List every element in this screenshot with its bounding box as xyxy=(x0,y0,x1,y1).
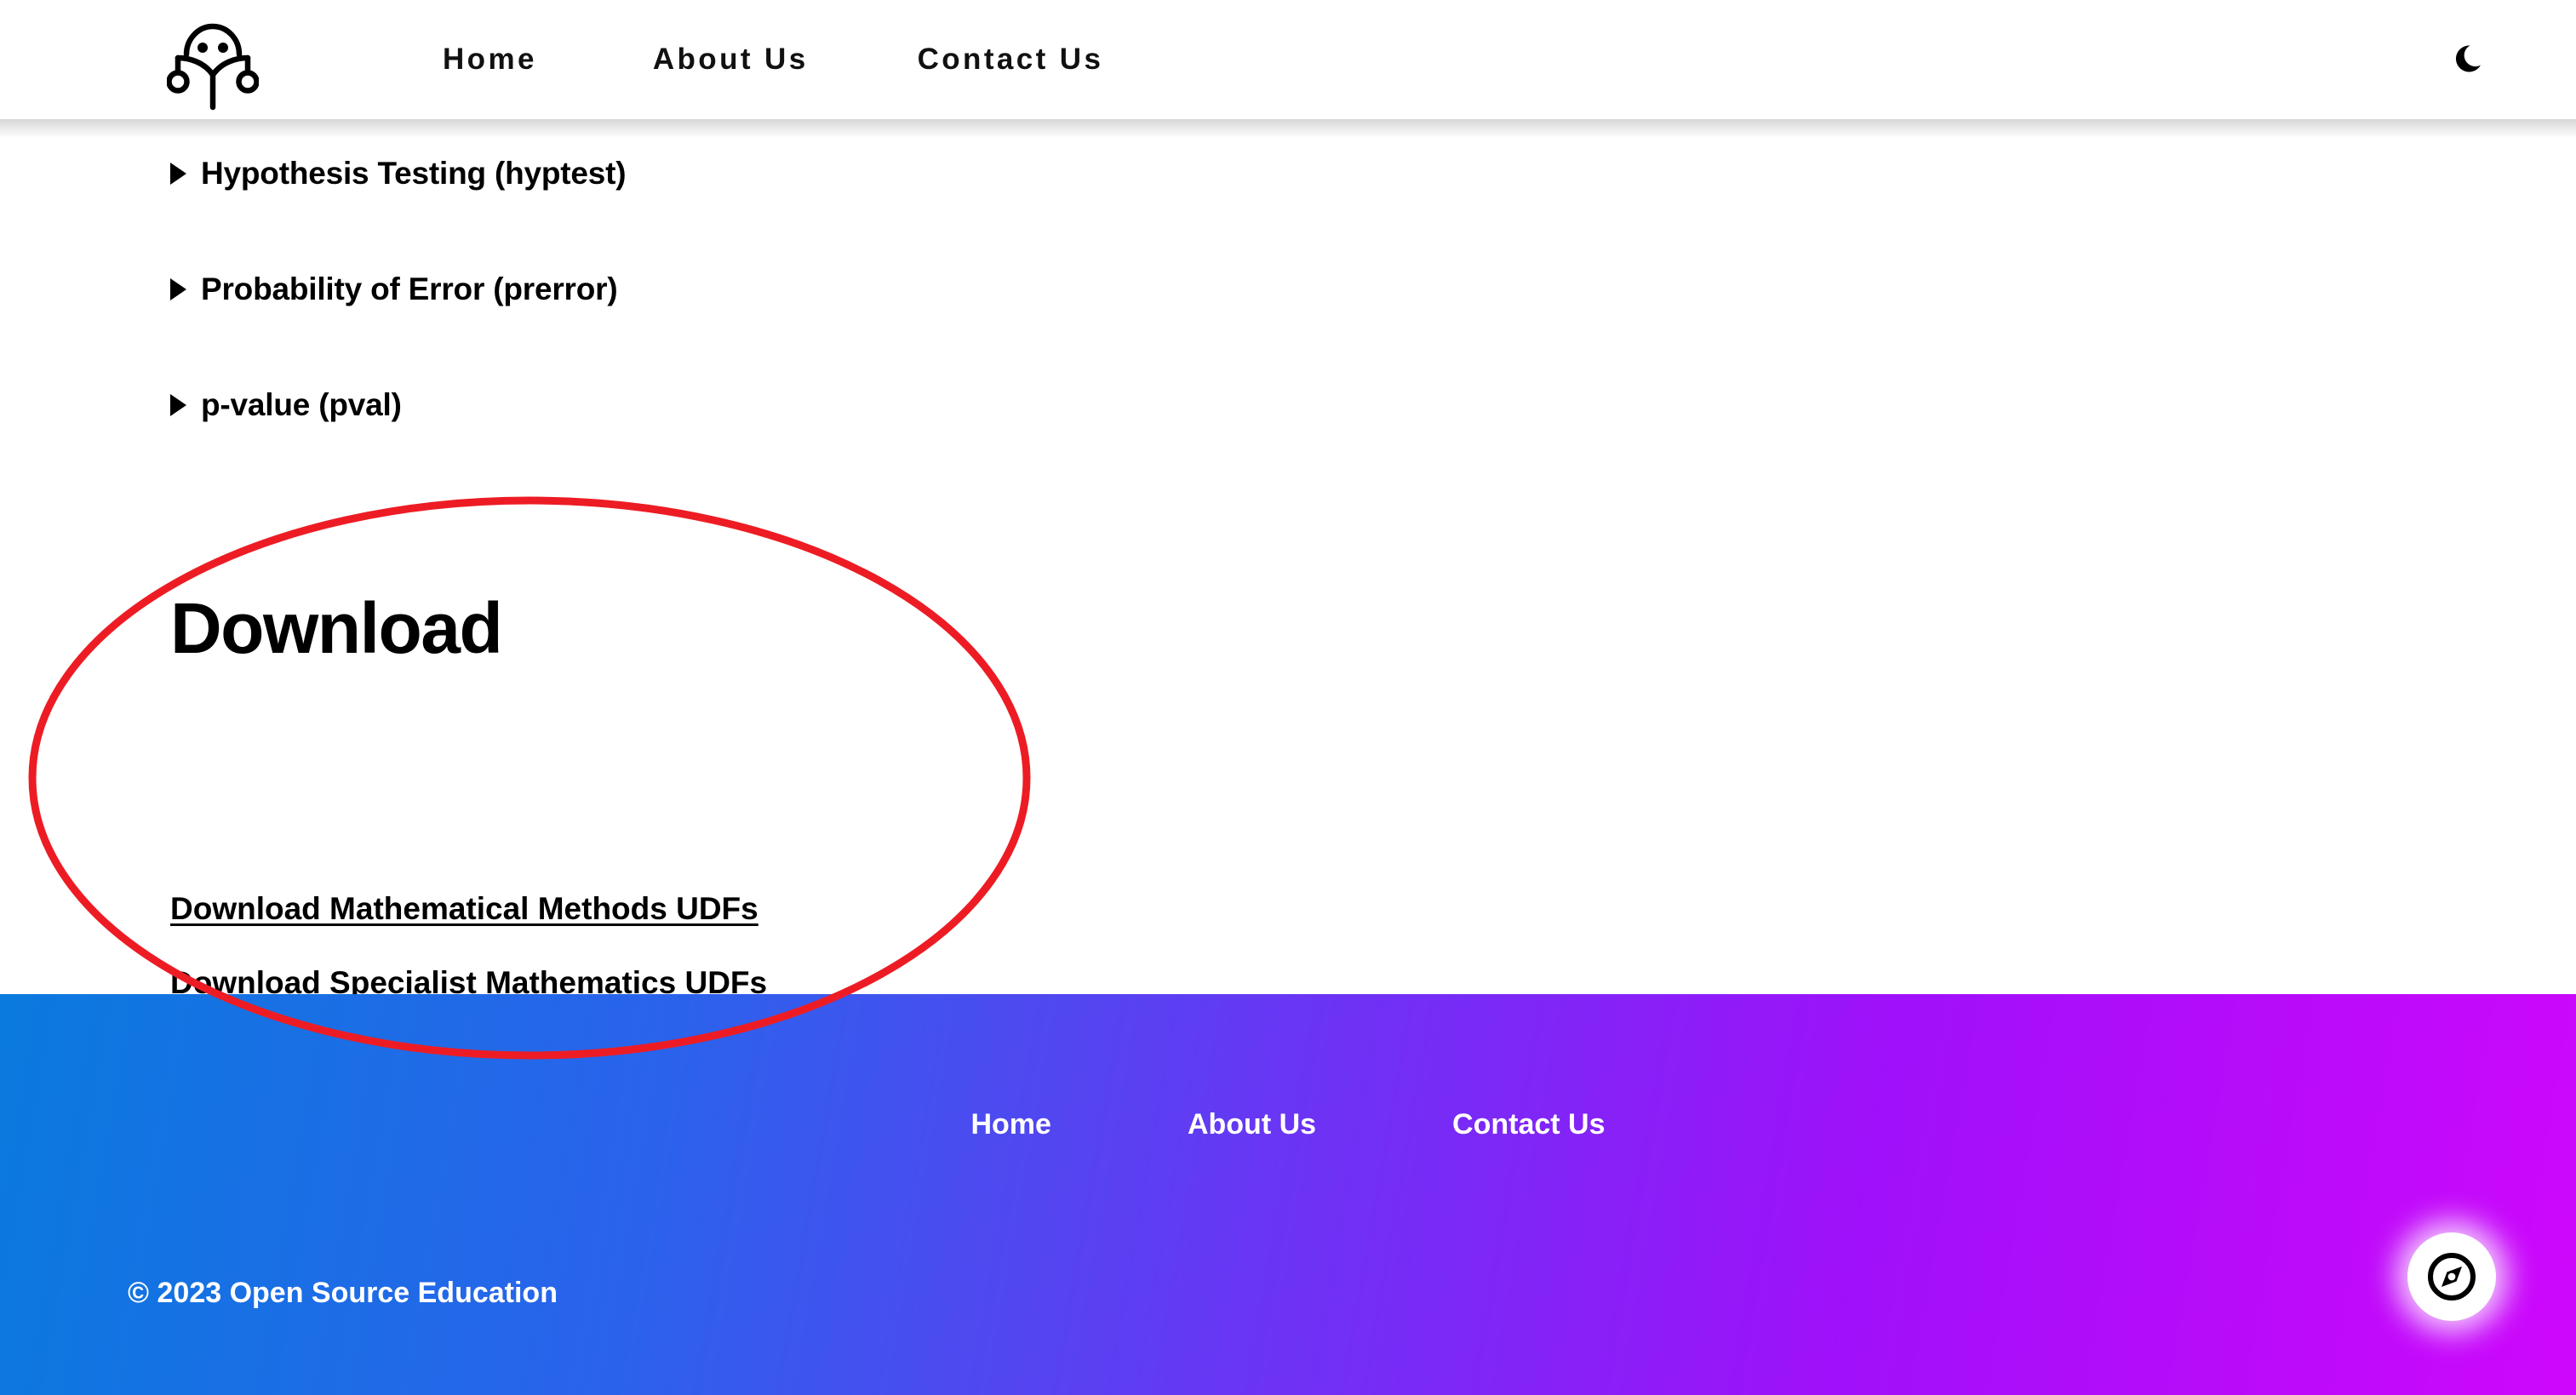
triangle-right-icon xyxy=(170,394,186,416)
triangle-right-icon xyxy=(170,163,186,185)
site-header: Home About Us Contact Us xyxy=(0,0,2576,119)
details-summary-label: Probability of Error (prerror) xyxy=(201,272,618,306)
details-summary-label: p-value (pval) xyxy=(201,387,402,422)
triangle-right-icon xyxy=(170,278,186,300)
copyright-text: © 2023 Open Source Education xyxy=(128,1277,558,1309)
footer-nav-item-home[interactable]: Home xyxy=(970,1108,1050,1141)
compass-icon xyxy=(2428,1253,2476,1301)
footer-nav-item-contact-us[interactable]: Contact Us xyxy=(1452,1108,1605,1141)
details-summary-prerror[interactable]: Probability of Error (prerror) xyxy=(170,266,618,313)
site-logo[interactable] xyxy=(167,5,259,111)
download-link-mathematical-methods-udfs[interactable]: Download Mathematical Methods UDFs xyxy=(170,891,758,927)
collapsible-sections-list: Hypothesis Testing (hyptest) Probability… xyxy=(170,150,2128,497)
header-nav-item-contact-us[interactable]: Contact Us xyxy=(918,43,1104,77)
moon-icon xyxy=(2455,45,2481,72)
details-summary-label: Hypothesis Testing (hyptest) xyxy=(201,156,627,191)
site-footer: Home About Us Contact Us xyxy=(0,994,2576,1395)
header-nav-item-home[interactable]: Home xyxy=(443,43,537,77)
compass-floating-button[interactable] xyxy=(2407,1232,2496,1321)
header-nav-item-about-us[interactable]: About Us xyxy=(653,43,809,77)
details-summary-hyptest[interactable]: Hypothesis Testing (hyptest) xyxy=(170,150,627,197)
download-section-heading: Download xyxy=(170,588,503,668)
dark-mode-toggle-button[interactable] xyxy=(2443,32,2498,87)
header-nav: Home About Us Contact Us xyxy=(443,0,1103,119)
details-summary-pval[interactable]: p-value (pval) xyxy=(170,381,402,429)
footer-nav-item-about-us[interactable]: About Us xyxy=(1188,1108,1316,1141)
page-root: Home About Us Contact Us Hypothesis Test… xyxy=(0,0,2576,1395)
footer-nav: Home About Us Contact Us xyxy=(0,1108,2576,1141)
main-content: Hypothesis Testing (hyptest) Probability… xyxy=(0,119,2576,1000)
person-reading-book-logo xyxy=(167,23,259,111)
